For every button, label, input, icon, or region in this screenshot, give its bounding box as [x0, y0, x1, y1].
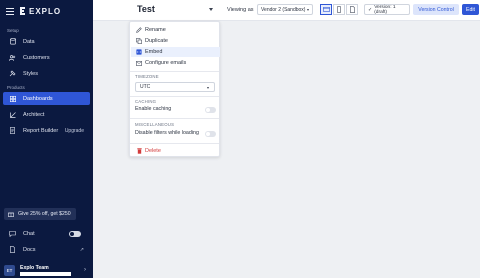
external-link-icon: ↗	[79, 246, 84, 253]
disable-filters-toggle[interactable]	[205, 131, 216, 137]
enable-caching-label: Enable caching	[135, 106, 172, 112]
viewing-as-value: Vendor 2 (Sandbox)	[261, 6, 306, 13]
promo-label: Give 25% off, get $250	[18, 211, 71, 217]
chat-icon	[9, 230, 16, 237]
misc-heading: MISCELLANEOUS	[135, 122, 175, 127]
brand: EXPLO	[6, 5, 61, 17]
embed-icon	[136, 49, 142, 55]
menu-item-label: Embed	[145, 49, 163, 55]
version-label: Version: 1 (draft)	[374, 4, 396, 15]
trash-icon	[136, 148, 142, 154]
caching-heading: CACHING	[135, 99, 157, 104]
sidebar-item-label: Data	[23, 38, 35, 45]
pdf-view-button[interactable]	[346, 4, 358, 15]
database-icon	[9, 38, 16, 45]
menu-item-label: Duplicate	[145, 38, 168, 44]
topbar: Test Viewing as Vendor 2 (Sandbox) ✓ Ver…	[93, 0, 480, 21]
mobile-view-button[interactable]	[333, 4, 345, 15]
enable-caching-toggle[interactable]	[205, 107, 216, 113]
user-email-redacted	[20, 271, 71, 276]
palette-icon	[9, 70, 16, 77]
version-chip[interactable]: ✓ Version: 1 (draft)	[364, 4, 410, 15]
menu-item-label: Configure emails	[145, 60, 187, 66]
menu-item-label: Delete	[145, 148, 161, 154]
architect-icon	[9, 111, 16, 118]
sidebar-item-label: Dashboards	[23, 95, 53, 102]
docs-icon	[9, 246, 16, 253]
copy-icon	[136, 38, 142, 44]
desktop-icon	[322, 6, 330, 12]
upgrade-badge[interactable]: Upgrade	[65, 128, 84, 134]
referral-promo-button[interactable]: Give 25% off, get $250	[4, 208, 76, 220]
sidebar-item-label: Docs	[23, 246, 36, 253]
sidebar-item-label: Customers	[23, 54, 50, 61]
embed-menu-item[interactable]: Embed	[131, 47, 220, 57]
users-icon	[9, 54, 16, 61]
disable-filters-label: Disable filters while loading	[135, 130, 199, 136]
timezone-value: UTC	[140, 84, 151, 90]
chevron-right-icon: ›	[84, 267, 86, 273]
configure-emails-menu-item[interactable]: Configure emails	[131, 58, 220, 68]
sidebar-item-styles[interactable]: Styles	[3, 67, 90, 80]
menu-divider	[130, 71, 219, 72]
sidebar-item-label: Styles	[23, 70, 38, 77]
sidebar-item-label: Chat	[23, 230, 35, 237]
viewing-as-label: Viewing as	[227, 7, 254, 13]
desktop-view-button[interactable]	[320, 4, 332, 15]
dashboard-title[interactable]: Test	[137, 4, 155, 14]
menu-divider	[130, 118, 219, 119]
chevron-down-icon	[207, 87, 209, 89]
email-icon	[136, 60, 142, 66]
chevron-down-icon	[307, 9, 309, 11]
chat-toggle[interactable]	[69, 230, 81, 237]
document-icon	[349, 6, 355, 13]
gift-icon	[8, 211, 14, 217]
sidebar-item-customers[interactable]: Customers	[3, 51, 90, 64]
avatar: ET	[4, 264, 15, 276]
user-profile[interactable]: ET Explo Team ›	[4, 264, 90, 276]
rename-menu-item[interactable]: Rename	[131, 25, 220, 35]
menu-item-label: Rename	[145, 27, 166, 33]
timezone-heading: TIMEZONE	[135, 74, 159, 79]
sidebar-item-label: Report Builder	[23, 127, 59, 134]
version-control-button[interactable]: Version Control	[413, 4, 459, 15]
sidebar-item-docs[interactable]: Docs ↗	[3, 243, 90, 256]
chevron-down-icon[interactable]	[209, 8, 213, 11]
edit-button[interactable]: Edit	[462, 4, 479, 15]
delete-menu-item[interactable]: Delete	[131, 146, 220, 156]
sidebar-item-label: Architect	[23, 111, 45, 118]
sidebar-item-dashboards[interactable]: Dashboards	[3, 92, 90, 105]
sidebar-item-data[interactable]: Data	[3, 35, 90, 48]
pencil-icon	[136, 27, 142, 33]
hamburger-menu-icon[interactable]	[6, 7, 14, 15]
user-name: Explo Team	[20, 264, 49, 271]
viewing-as-select[interactable]: Vendor 2 (Sandbox)	[257, 4, 313, 15]
setup-section-label: Setup	[7, 28, 19, 33]
sidebar-item-report-builder[interactable]: Report Builder Upgrade	[3, 124, 90, 137]
check-icon: ✓	[368, 6, 373, 13]
timezone-select[interactable]: UTC	[135, 82, 215, 92]
duplicate-menu-item[interactable]: Duplicate	[131, 36, 220, 46]
products-section-label: Products	[7, 85, 25, 90]
dashboard-options-menu: Rename Duplicate Embed Configure emails …	[129, 21, 220, 157]
menu-divider	[130, 96, 219, 97]
report-icon	[9, 127, 16, 134]
brand-name: EXPLO	[29, 6, 62, 16]
dashboard-icon	[9, 95, 16, 102]
explo-logo-icon	[20, 7, 25, 15]
sidebar-item-chat[interactable]: Chat	[3, 227, 90, 240]
sidebar: EXPLO Setup Data Customers Styles Produc…	[0, 0, 93, 278]
menu-divider	[130, 143, 219, 144]
mobile-icon	[337, 6, 341, 13]
sidebar-item-architect[interactable]: Architect	[3, 108, 90, 121]
device-preview-toggle	[320, 4, 359, 15]
